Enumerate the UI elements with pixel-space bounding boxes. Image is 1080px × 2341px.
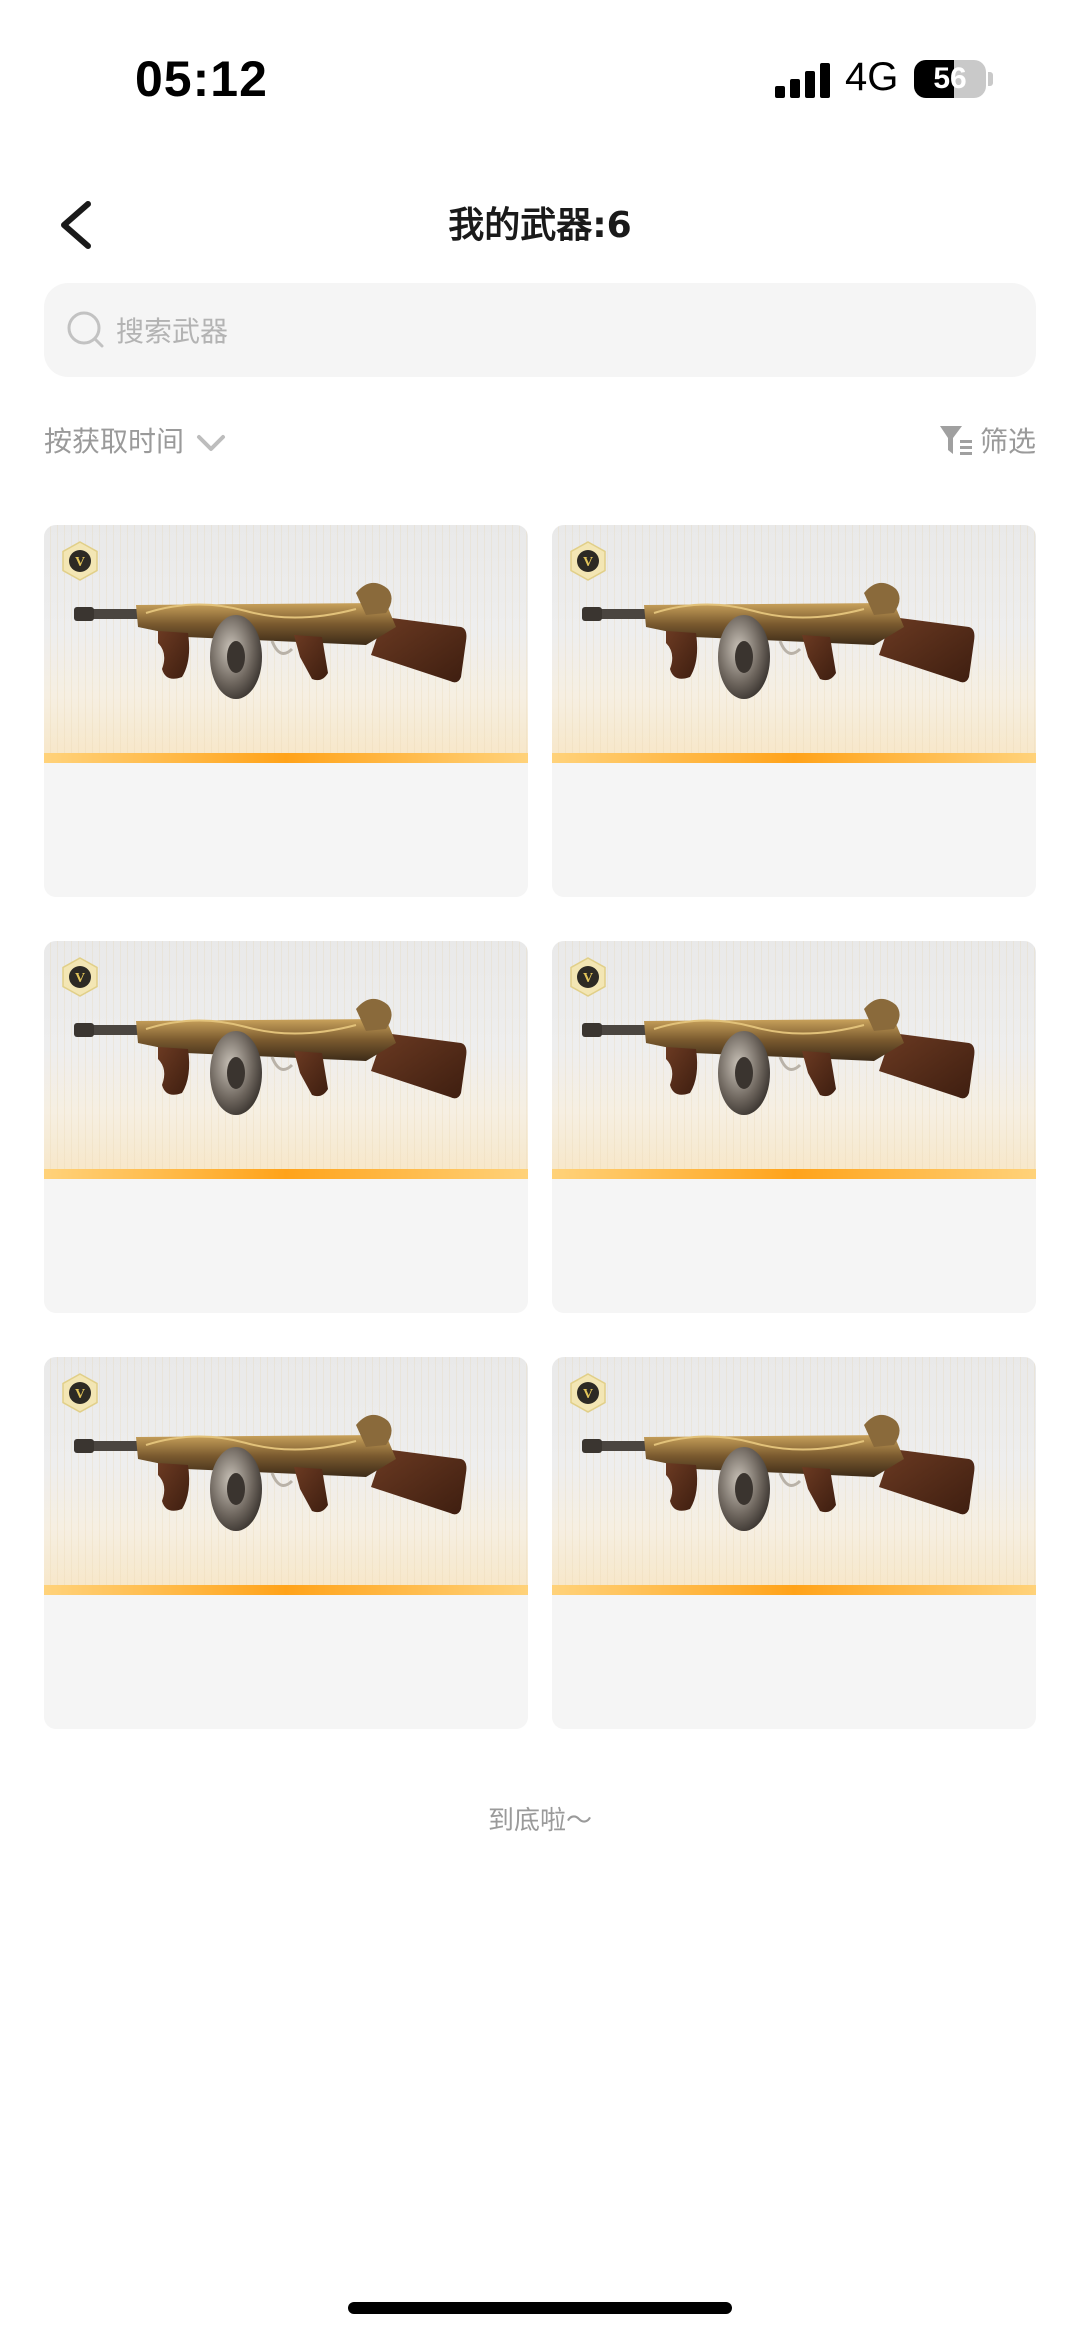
thompson-gun-image — [74, 1414, 467, 1531]
search-input[interactable] — [114, 283, 1018, 379]
quality-bar — [552, 753, 1036, 763]
network-type: 4G — [845, 55, 899, 99]
thompson-gun-image — [74, 998, 467, 1115]
weapon-image-area: V — [44, 1357, 528, 1595]
weapon-card[interactable]: V — [552, 525, 1036, 897]
card-text: 汤姆逊-烈龙 战力: – — [44, 1179, 528, 1313]
quality-bar — [44, 1169, 528, 1179]
thompson-gun-image — [582, 998, 975, 1115]
chevron-down-icon — [197, 435, 226, 451]
sort-label: 按获取时间 — [44, 425, 185, 458]
weapon-image-area: V — [44, 941, 528, 1179]
filter-button[interactable]: 筛选 — [938, 418, 1036, 462]
weapon-card[interactable]: V — [44, 525, 528, 897]
status-bar: 05:12 4G 56 — [0, 0, 1080, 150]
thompson-gun-image — [582, 582, 975, 699]
quality-bar — [552, 1585, 1036, 1595]
weapon-card[interactable]: V — [44, 1357, 528, 1729]
card-text: 汤姆逊-烈龙 战力: – — [552, 763, 1036, 897]
card-text: 汤姆逊-烈龙 战力: – — [552, 1595, 1036, 1729]
weapon-grid: V V V V V V — [44, 525, 1036, 1729]
card-text: 汤姆逊-烈龙 战力: – — [552, 1179, 1036, 1313]
home-indicator[interactable] — [348, 2302, 732, 2314]
page-title: 我的武器:6 — [448, 205, 632, 246]
weapon-image-area: V — [552, 941, 1036, 1179]
search-icon — [67, 311, 104, 348]
filter-icon — [939, 426, 972, 455]
search-box[interactable] — [44, 283, 1036, 379]
thompson-gun-image — [582, 1414, 975, 1531]
card-text: 汤姆逊-烈龙 战力: – — [44, 763, 528, 897]
battery-icon: 56 — [914, 60, 986, 98]
thompson-gun-image — [74, 582, 467, 699]
weapon-card[interactable]: V — [44, 941, 528, 1313]
filter-label: 筛选 — [979, 425, 1036, 458]
signal-icon — [775, 62, 831, 98]
sort-dropdown[interactable]: 按获取时间 — [44, 418, 228, 462]
weapon-card[interactable]: V — [552, 941, 1036, 1313]
quality-bar — [44, 1585, 528, 1595]
battery-level: 56 — [933, 62, 967, 95]
weapon-image-area: V — [552, 525, 1036, 763]
weapon-card[interactable]: V — [552, 1357, 1036, 1729]
battery-cap — [988, 72, 993, 86]
status-time: 05:12 — [135, 51, 268, 107]
weapon-image-area: V — [44, 525, 528, 763]
weapon-image-area: V — [552, 1357, 1036, 1595]
end-of-list-text: 到底啦～ — [487, 1806, 592, 1836]
quality-bar — [44, 753, 528, 763]
quality-bar — [552, 1169, 1036, 1179]
card-text: 汤姆逊-烈龙 战力: – — [44, 1595, 528, 1729]
